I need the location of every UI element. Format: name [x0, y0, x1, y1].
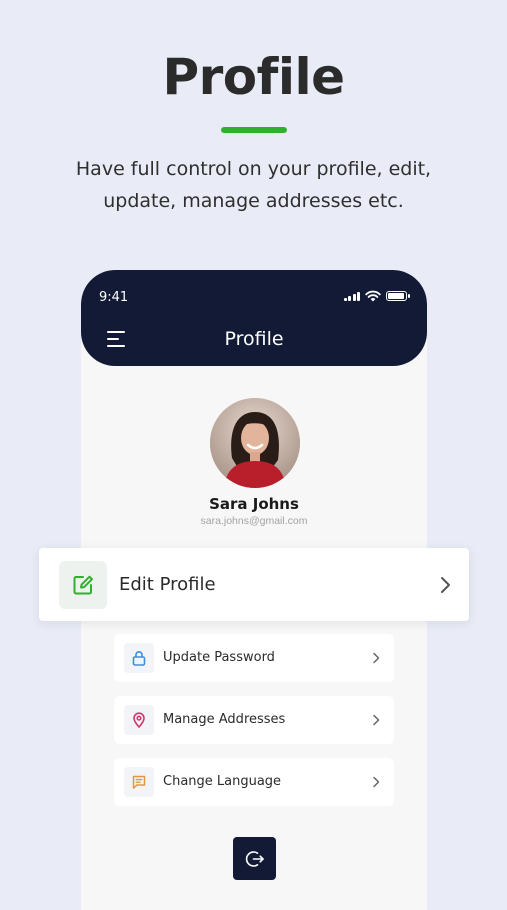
change-language-item[interactable]: Change Language	[114, 758, 394, 806]
lock-icon	[124, 643, 154, 673]
edit-profile-label: Edit Profile	[119, 574, 216, 595]
status-icons	[343, 290, 410, 302]
chat-icon	[124, 767, 154, 797]
logout-button[interactable]	[233, 837, 276, 880]
wifi-icon	[365, 290, 381, 302]
location-pin-icon	[124, 705, 154, 735]
chevron-right-icon	[373, 776, 380, 788]
manage-addresses-label: Manage Addresses	[163, 712, 286, 727]
promo-subtitle-line-1: Have full control on your profile, edit,	[75, 158, 432, 180]
promo-subtitle-line-2: update, manage addresses etc.	[103, 190, 404, 212]
chevron-right-icon	[441, 577, 450, 593]
user-name: Sara Johns	[209, 495, 299, 513]
chevron-right-icon	[373, 652, 380, 664]
update-password-item[interactable]: Update Password	[114, 634, 394, 682]
headline-accent-bar	[221, 127, 287, 133]
promo-headline: Profile	[162, 48, 345, 106]
edit-profile-card[interactable]: Edit Profile	[39, 548, 469, 621]
app-header: 9:41 Profile	[81, 270, 427, 366]
update-password-label: Update Password	[163, 650, 275, 665]
change-language-label: Change Language	[163, 774, 282, 789]
header-title: Profile	[224, 328, 284, 350]
chevron-right-icon	[373, 714, 380, 726]
signal-icon	[343, 291, 360, 301]
promo-subtitle: Have full control on your profile, edit,…	[40, 153, 467, 217]
avatar[interactable]	[210, 398, 300, 488]
manage-addresses-item[interactable]: Manage Addresses	[114, 696, 394, 744]
status-time: 9:41	[99, 290, 129, 305]
user-email: sara.johns@gmail.com	[200, 515, 308, 527]
battery-icon	[386, 291, 410, 301]
edit-icon	[59, 561, 107, 609]
logout-icon	[245, 850, 264, 867]
